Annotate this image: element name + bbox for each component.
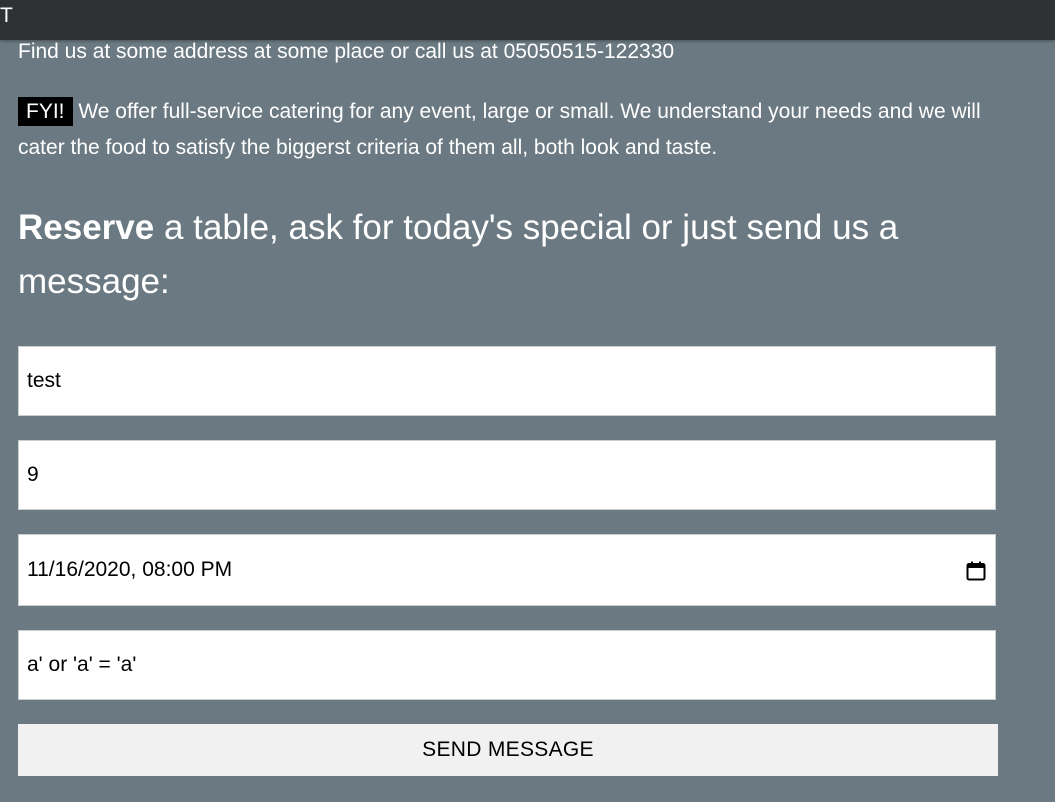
message-input[interactable]: a' or 'a' = 'a' [18, 630, 996, 700]
datetime-value: 11/16/2020, 08:00 PM [27, 558, 233, 581]
fyi-paragraph: FYI! We offer full-service catering for … [18, 94, 1008, 166]
reserve-heading: Reserve a table, ask for today's special… [18, 201, 998, 309]
send-message-button[interactable]: SEND MESSAGE [18, 724, 998, 776]
address-text: Find us at some address at some place or… [18, 40, 675, 63]
calendar-icon[interactable] [966, 561, 986, 581]
message-input-value: a' or 'a' = 'a' [27, 653, 137, 676]
people-count-input[interactable]: 9 [18, 440, 996, 510]
people-count-value: 9 [27, 463, 39, 486]
top-navbar: T [0, 0, 1055, 40]
fyi-text: We offer full-service catering for any e… [18, 100, 981, 159]
name-input-value: test [27, 369, 61, 392]
fyi-badge: FYI! [18, 97, 73, 126]
datetime-input[interactable]: 11/16/2020, 08:00 PM [18, 534, 996, 606]
name-input[interactable]: test [18, 346, 996, 416]
nav-item-truncated[interactable]: T [0, 4, 13, 28]
reserve-heading-bold: Reserve [18, 208, 155, 247]
